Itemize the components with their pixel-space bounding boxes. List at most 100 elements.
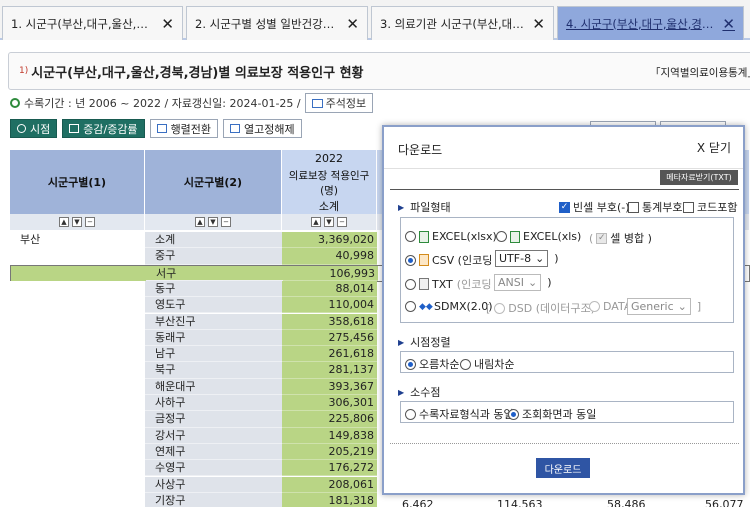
paren-close: ) — [554, 252, 559, 265]
collapse-icon[interactable]: − — [85, 217, 95, 227]
transpose-label: 행렬전환 — [170, 122, 212, 136]
radio-icon — [405, 408, 416, 420]
decimal-screen-radio[interactable]: 조회화면과 동일 — [508, 406, 596, 422]
sort-controls-1: ▲ ▼ − — [10, 214, 145, 230]
sort-controls-3: ▲ ▼ − — [282, 214, 377, 230]
close-icon[interactable]: ✕ — [722, 15, 735, 33]
divider — [390, 189, 739, 190]
transpose-button[interactable]: 행렬전환 — [149, 119, 219, 138]
descending-radio[interactable]: 내림차순 — [460, 356, 514, 372]
sort-up-icon[interactable]: ▲ — [311, 217, 321, 227]
txt-encoding-select[interactable]: ANSI ⌄) — [494, 274, 552, 291]
cell-merge-checkbox[interactable]: (✓ 셀 병합 ) — [589, 230, 652, 246]
sort-down-icon[interactable]: ▼ — [324, 217, 334, 227]
sdmx-radio[interactable]: ◆◆ SDMX(2.0) — [405, 300, 493, 313]
tab-label: 2. 시군구별 성별 일반건강검진… — [195, 16, 341, 31]
empty-cell-checkbox[interactable]: ✓ 빈셀 부호(-) — [559, 199, 630, 215]
radio-icon — [496, 231, 507, 242]
row-region2: 서구 — [146, 265, 283, 281]
sort-up-icon[interactable]: ▲ — [59, 217, 69, 227]
tab-4[interactable]: 4. 시군구(부산,대구,울산,경북,… ✕ — [557, 6, 744, 40]
row-region2: 부산진구 — [145, 313, 282, 330]
ascending-radio[interactable]: 오름차순 — [405, 356, 459, 372]
row-region2: 중구 — [145, 248, 282, 265]
transpose-icon — [156, 124, 167, 133]
row-value: 358,618 — [282, 313, 377, 330]
csv-radio[interactable]: CSV (인코딩 : — [405, 252, 500, 268]
paren-close: ) — [547, 276, 552, 289]
option-label: EXCEL(xls) — [523, 230, 582, 243]
csv-encoding-select[interactable]: UTF-8 ⌄) — [495, 250, 559, 267]
select-box: ANSI ⌄ — [494, 274, 542, 291]
option-label: 수록자료형식과 동일 — [419, 408, 514, 421]
cell-value: 6,462 — [402, 498, 434, 507]
row-value: 393,367 — [282, 378, 377, 395]
excel-xlsx-radio[interactable]: EXCEL(xlsx) — [405, 230, 497, 243]
unfix-column-button[interactable]: 열고정해제 — [223, 119, 302, 138]
data-format-select[interactable]: Generic ⌄] — [627, 298, 701, 315]
txt-radio[interactable]: TXT (인코딩 : — [405, 276, 499, 292]
download-dialog: 다운로드 X 닫기 메타자료받기(TXT) ▶ 파일형태 ✓ 빈셀 부호(-) 통… — [382, 125, 745, 495]
code-include-checkbox[interactable]: 코드포함 — [683, 199, 737, 215]
col-header-region2[interactable]: 시군구별(2) — [145, 150, 282, 214]
section-title: 시점정렬 — [410, 336, 451, 349]
timepoint-button[interactable]: 시점 — [10, 119, 58, 138]
row-region2: 동래구 — [145, 329, 282, 347]
excel-xls-radio[interactable]: EXCEL(xls) — [496, 230, 581, 243]
option-label: 빈셀 부호(-) — [573, 201, 630, 214]
close-icon[interactable]: ✕ — [346, 15, 359, 33]
file-type-section: ▶ 파일형태 — [398, 199, 451, 215]
collapse-icon[interactable]: − — [337, 217, 347, 227]
sort-down-icon[interactable]: ▼ — [72, 217, 82, 227]
chevron-down-icon: ⌄ — [527, 276, 538, 289]
close-button[interactable]: X 닫기 — [697, 139, 731, 156]
tab-2[interactable]: 2. 시군구별 성별 일반건강검진… ✕ — [186, 6, 368, 40]
row-region2: 금정구 — [145, 411, 282, 428]
check-icon: ✓ — [559, 201, 570, 213]
dsd-radio[interactable]: [DSD (데이터구조) — [486, 300, 595, 316]
row-region1: 부산 — [10, 232, 145, 249]
comment-icon — [311, 98, 323, 108]
row-region2: 강서구 — [145, 427, 282, 444]
radio-icon — [405, 278, 416, 290]
sort-controls-2: ▲ ▼ − — [145, 214, 282, 230]
row-value: 225,806 — [282, 411, 377, 428]
page-title: 시군구(부산,대구,울산,경북,경남)별 의료보장 적용인구 현황 — [31, 65, 364, 81]
row-region2: 영도구 — [145, 297, 282, 314]
radio-icon — [508, 408, 519, 420]
close-icon[interactable]: ✕ — [161, 15, 174, 33]
dialog-header: 다운로드 X 닫기 — [384, 127, 743, 169]
row-value: 275,456 — [282, 329, 377, 347]
note-info-button[interactable]: 주석정보 — [304, 93, 374, 113]
collapse-icon[interactable]: − — [221, 217, 231, 227]
order-section: ▶ 시점정렬 — [398, 334, 451, 350]
tab-3[interactable]: 3. 의료기관 시군구(부산,대구,… ✕ — [371, 6, 554, 40]
row-value: 3,369,020 — [282, 232, 377, 249]
tab-label: 1. 시군구(부산,대구,울산,경북,… — [11, 16, 155, 31]
col-header-region1[interactable]: 시군구별(1) — [10, 150, 145, 214]
radio-icon — [405, 358, 416, 370]
change-rate-label: 증감/증감률 — [83, 122, 138, 136]
download-button[interactable]: 다운로드 — [536, 458, 590, 478]
change-rate-button[interactable]: 증감/증감률 — [62, 119, 145, 138]
sort-up-icon[interactable]: ▲ — [195, 217, 205, 227]
source-label: 「지역별의료이용통계」 코 — [650, 67, 750, 79]
chevron-down-icon: ⌄ — [677, 300, 687, 313]
row-value: 149,838 — [282, 427, 377, 444]
meta-download-button[interactable]: 메타자료받기(TXT) — [660, 170, 738, 185]
period-text: 수록기간 : 년 2006 ~ 2022 / 자료갱신일: 2024-01-25… — [24, 97, 301, 110]
tab-1[interactable]: 1. 시군구(부산,대구,울산,경북,… ✕ — [2, 6, 183, 40]
stat-code-checkbox[interactable]: 통계부호 — [628, 199, 682, 215]
decimal-source-radio[interactable]: 수록자료형식과 동일 — [405, 406, 514, 422]
select-box: UTF-8 ⌄ — [495, 250, 549, 267]
table-row-partial: 6,462 114,563 58,486 56,077 — [382, 498, 750, 507]
row-region2: 소계 — [145, 232, 282, 249]
close-icon[interactable]: ✕ — [532, 15, 545, 33]
radio-icon — [460, 358, 471, 370]
timepoint-label: 시점 — [30, 122, 51, 136]
data-radio[interactable]: DATA — [589, 300, 631, 313]
section-title: 파일형태 — [410, 201, 451, 214]
sort-down-icon[interactable]: ▼ — [208, 217, 218, 227]
row-value: 106,993 — [283, 265, 378, 281]
tab-bar: 1. 시군구(부산,대구,울산,경북,… ✕ 2. 시군구별 성별 일반건강검진… — [0, 0, 750, 40]
